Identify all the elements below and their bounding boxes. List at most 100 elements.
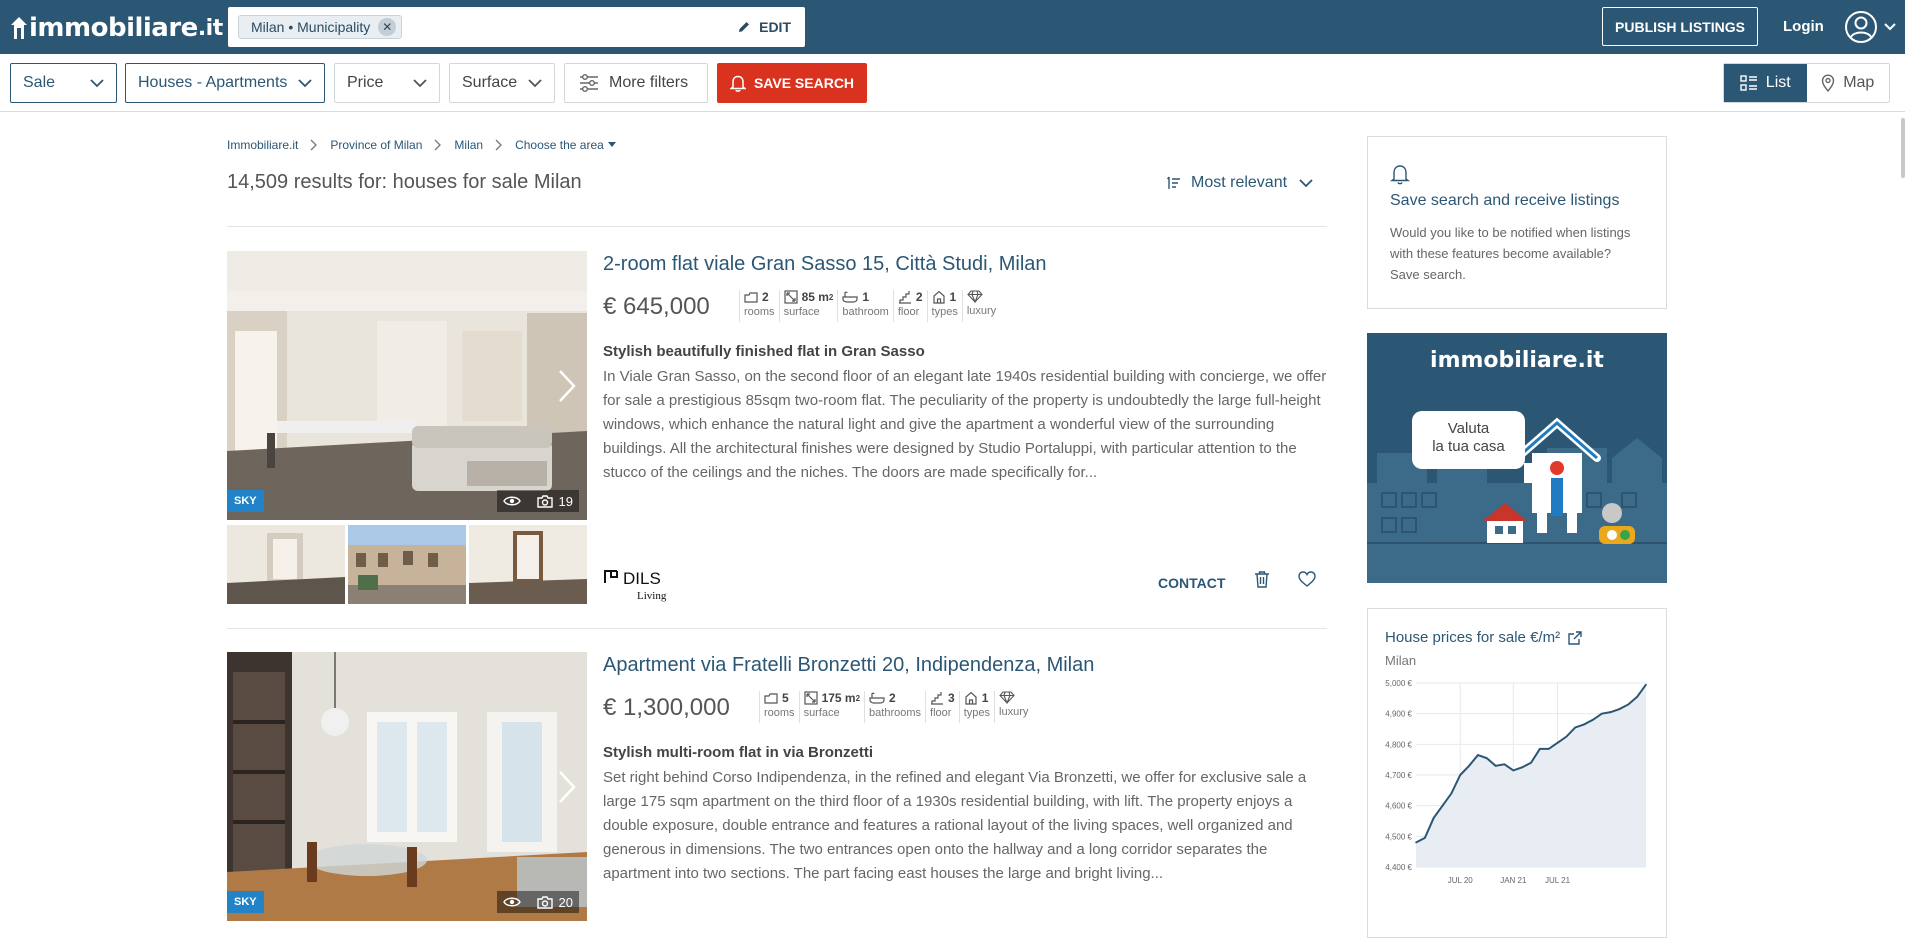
- agency-logo[interactable]: DILS Living: [603, 567, 673, 603]
- chevron-right-icon[interactable]: [557, 770, 577, 804]
- more-filters-button[interactable]: More filters: [564, 63, 708, 103]
- chart-point: [1459, 774, 1462, 776]
- thumbnail-strip: [227, 525, 587, 604]
- y-tick-label: 5,000 €: [1385, 679, 1412, 688]
- price-line-chart: 4,400 € 4,500 € 4,600 € 4,700 € 4,800 € 4,900…: [1385, 679, 1647, 885]
- remove-chip-icon[interactable]: ✕: [378, 18, 397, 36]
- chart-point: [1512, 769, 1515, 772]
- save-card-title[interactable]: Save search and receive listings: [1390, 192, 1619, 210]
- photo-meta: 19: [496, 490, 579, 512]
- x-tick-label: JUL 21: [1545, 876, 1571, 885]
- listing-main-photo[interactable]: SKY 20: [227, 652, 587, 921]
- y-tick-label: 4,800 €: [1385, 740, 1412, 749]
- bathroom-icon: [842, 291, 858, 303]
- chart-point: [1547, 748, 1550, 750]
- sky-badge: SKY: [227, 490, 264, 512]
- map-view-button[interactable]: Map: [1807, 64, 1890, 102]
- ad-logo: immobiliare.it: [1430, 348, 1604, 373]
- advertisement-banner[interactable]: immobiliare.it Valuta la tua casa: [1367, 333, 1667, 583]
- publish-listings-button[interactable]: PUBLISH LISTINGS: [1602, 7, 1758, 46]
- login-link[interactable]: Login: [1783, 18, 1824, 35]
- user-account-icon[interactable]: [1844, 10, 1878, 44]
- eye-icon[interactable]: [502, 495, 521, 507]
- breadcrumb: Immobiliare.it Province of Milan Milan C…: [227, 138, 616, 152]
- chevron-down-icon[interactable]: [1883, 22, 1897, 32]
- contact-button[interactable]: CONTACT: [1158, 575, 1225, 591]
- floor-icon: [931, 692, 944, 705]
- feature-types: 1 types: [926, 290, 962, 322]
- rooms-icon: [764, 693, 778, 704]
- feature-floor: 2 floor: [892, 290, 927, 322]
- logo-house-icon: [11, 17, 27, 39]
- location-chip[interactable]: Milan • Municipality ✕: [238, 15, 403, 39]
- scrollbar-thumb[interactable]: [1901, 118, 1905, 178]
- chart-point: [1494, 765, 1497, 767]
- breadcrumb-area-dropdown[interactable]: Choose the area: [515, 138, 616, 152]
- chevron-right-icon[interactable]: [557, 369, 577, 403]
- location-search[interactable]: Milan • Municipality ✕ EDIT: [228, 7, 805, 47]
- chart-point: [1441, 804, 1444, 807]
- chart-point: [1583, 723, 1585, 726]
- sort-icon: [1167, 176, 1180, 189]
- camera-icon: [536, 895, 553, 909]
- eye-icon[interactable]: [502, 896, 521, 908]
- filter-bar: Sale Houses - Apartments Price Surface M…: [0, 54, 1905, 112]
- surface-filter[interactable]: Surface: [449, 63, 555, 103]
- floor-icon: [898, 291, 911, 304]
- price-filter[interactable]: Price: [334, 63, 440, 103]
- sky-badge: SKY: [227, 891, 264, 913]
- feature-types: 1 types: [958, 691, 994, 723]
- sort-dropdown[interactable]: Most relevant: [1167, 174, 1323, 192]
- feature-luxury: luxury: [961, 290, 1000, 322]
- chevron-down-icon: [1299, 179, 1313, 188]
- chart-point: [1477, 754, 1479, 756]
- chart-point: [1600, 712, 1603, 715]
- divider: [227, 226, 1327, 227]
- listing-title[interactable]: Apartment via Fratelli Bronzetti 20, Ind…: [603, 654, 1094, 677]
- listing-card[interactable]: SKY 19 2-room flat viale Gran Sasso 15, …: [227, 251, 1327, 631]
- trash-icon[interactable]: [1254, 570, 1270, 588]
- property-type-select[interactable]: Houses - Apartments: [125, 63, 325, 103]
- bell-icon: [1390, 165, 1410, 185]
- y-tick-label: 4,700 €: [1385, 771, 1412, 780]
- house-prices-city: Milan: [1385, 653, 1417, 668]
- chart-point: [1415, 841, 1417, 844]
- chart-point: [1503, 763, 1506, 766]
- save-search-card[interactable]: Save search and receive listings Would y…: [1367, 136, 1667, 309]
- listing-main-photo[interactable]: SKY 19: [227, 251, 587, 520]
- save-search-button[interactable]: SAVE SEARCH: [717, 63, 867, 103]
- thumbnail[interactable]: [348, 525, 466, 604]
- breadcrumb-province[interactable]: Province of Milan: [330, 138, 422, 152]
- x-tick-label: JAN 21: [1500, 876, 1527, 885]
- caret-down-icon: [607, 142, 616, 147]
- house-prices-title[interactable]: House prices for sale €/m²: [1385, 629, 1582, 646]
- divider: [227, 628, 1327, 629]
- camera-icon: [536, 494, 553, 508]
- thumbnail[interactable]: [469, 525, 587, 604]
- agency-name: DILS: [623, 569, 661, 588]
- contract-select[interactable]: Sale: [10, 63, 117, 103]
- listing-description: In Viale Gran Sasso, on the second floor…: [603, 368, 1327, 481]
- photo-count: 20: [558, 894, 573, 910]
- site-logo[interactable]: immobiliare .it: [10, 10, 223, 46]
- chart-point: [1636, 696, 1638, 698]
- x-tick-label: JUL 20: [1448, 876, 1474, 885]
- chevron-down-icon: [528, 79, 542, 88]
- chevron-down-icon: [90, 79, 104, 88]
- list-view-button[interactable]: List: [1724, 64, 1807, 102]
- ad-speech-bubble: Valuta la tua casa: [1412, 411, 1525, 469]
- listing-card[interactable]: SKY 20 Apartment via Fratelli Bronzetti …: [227, 652, 1327, 924]
- listing-title[interactable]: 2-room flat viale Gran Sasso 15, Città S…: [603, 253, 1047, 276]
- edit-search-button[interactable]: EDIT: [737, 7, 791, 47]
- listing-features: 2 rooms 85 m2 surface 1 bathroom 2 floor…: [739, 290, 1000, 322]
- listing-price: € 1,300,000: [603, 694, 730, 721]
- thumbnail[interactable]: [227, 525, 345, 604]
- chart-point: [1539, 748, 1541, 750]
- feature-surface: 175 m2 surface: [798, 691, 864, 723]
- breadcrumb-city[interactable]: Milan: [454, 138, 483, 152]
- breadcrumb-home[interactable]: Immobiliare.it: [227, 138, 298, 152]
- chevron-right-icon: [434, 139, 442, 151]
- agency-subname: Living: [637, 590, 667, 602]
- heart-icon[interactable]: [1298, 571, 1316, 587]
- bell-icon: [729, 75, 746, 92]
